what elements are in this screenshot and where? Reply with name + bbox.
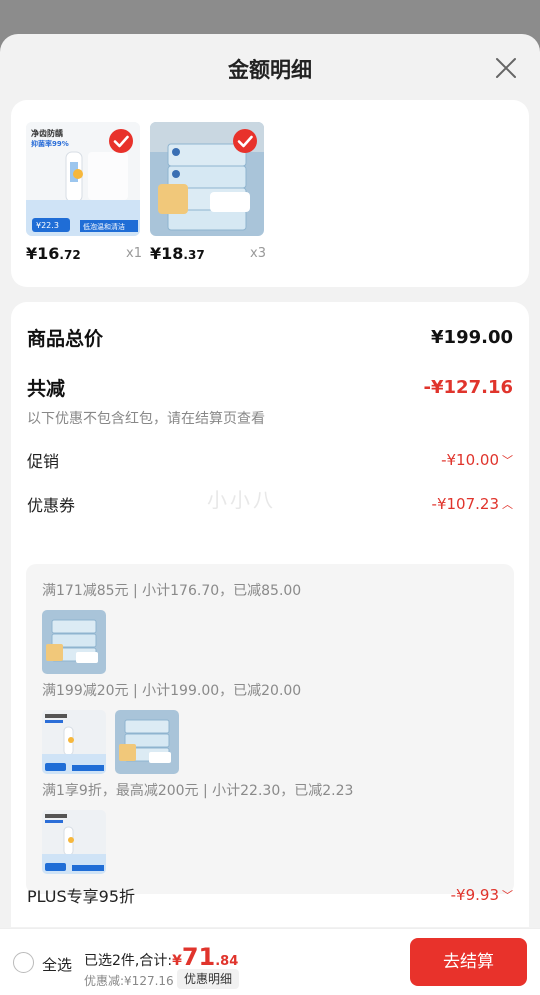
select-all-label[interactable]: 全选 [42, 954, 72, 975]
total-price-label: 商品总价 [27, 328, 104, 350]
checked-icon[interactable] [232, 128, 258, 154]
discount-detail-button[interactable]: 优惠明细 [177, 969, 240, 989]
sheet-header: 金额明细 [0, 34, 540, 100]
plus-discount-row[interactable]: PLUS专享95折 -¥9.93 ﹀ [27, 883, 513, 907]
order-summary: 已选2件,合计: ¥ 71 .84 [84, 943, 238, 971]
chevron-down-icon[interactable]: ﹀ [502, 452, 513, 468]
tissue-thumbnail [115, 710, 179, 774]
price-cents: .37 [183, 248, 205, 262]
plus-discount-label: PLUS专享95折 [27, 887, 135, 906]
coupon-label: 优惠券 [27, 496, 76, 515]
checkout-button[interactable]: 去结算 [410, 938, 527, 986]
promotion-value: -¥10.00 [441, 451, 499, 469]
chevron-down-icon[interactable]: ﹀ [502, 887, 513, 903]
thumb-price: ¥22.3 [36, 221, 59, 230]
coupon-value: -¥107.23 [431, 495, 499, 513]
coupon-rule: 满171减85元 | 小计176.70，已减85.00 [42, 583, 302, 599]
hand-soap-thumbnail [42, 810, 106, 874]
total-reduction-label: 共减 [27, 378, 66, 400]
amount-detail-sheet: 金额明细 净齿防龋 抑菌率99% ¥22.3 低泡温和清洁 ¥16 .72 x1… [0, 34, 540, 995]
product-quantity: x1 [126, 246, 142, 261]
total-price-value: ¥199.00 [431, 327, 513, 348]
discount-note: 以下优惠不包含红包，请在结算页查看 [27, 411, 265, 427]
selected-count-text: 已选2件,合计: [84, 953, 173, 969]
coupon-rule: 满1享9折，最高减200元 | 小计22.30，已减2.23 [42, 783, 354, 799]
price-integer: ¥16 [26, 244, 60, 263]
price-integer: ¥18 [150, 244, 184, 263]
product-item[interactable]: ¥18.37 x3 [150, 122, 266, 263]
total-amount-integer: 71 [181, 943, 216, 971]
plus-discount-value: -¥9.93 [450, 886, 499, 904]
promotion-row[interactable]: 促销 -¥10.00 ﹀ [27, 448, 513, 472]
close-icon[interactable] [494, 56, 518, 80]
total-reduction-row: 共减 -¥127.16 [27, 374, 513, 401]
promotion-label: 促销 [27, 452, 60, 471]
sheet-title: 金额明细 [228, 58, 312, 82]
total-currency: ¥ [172, 953, 182, 969]
price-cents: .72 [59, 248, 81, 262]
product-thumbnail-tissue[interactable] [150, 122, 264, 236]
product-price: ¥18.37 [150, 244, 266, 263]
price-breakdown-card: 商品总价 ¥199.00 共减 -¥127.16 以下优惠不包含红包，请在结算页… [11, 302, 529, 927]
product-item[interactable]: 净齿防龋 抑菌率99% ¥22.3 低泡温和清洁 ¥16.72 x1 [26, 122, 142, 263]
coupon-row[interactable]: 优惠券 -¥107.23 ︿ [27, 492, 513, 516]
select-all-radio[interactable] [13, 952, 34, 973]
thumb-banner: 低泡温和清洁 [83, 222, 125, 231]
coupon-details-panel: 满171减85元 | 小计176.70，已减85.00 满199减20元 | 小… [26, 564, 514, 894]
checkout-bar: 全选 已选2件,合计: ¥ 71 .84 优惠减:¥127.16 优惠明细 去结… [0, 928, 540, 995]
product-thumbnail-hand-soap[interactable]: 净齿防龋 抑菌率99% ¥22.3 低泡温和清洁 [26, 122, 140, 236]
coupon-rule: 满199减20元 | 小计199.00，已减20.00 [42, 683, 302, 699]
product-quantity: x3 [250, 246, 266, 261]
product-price: ¥16.72 [26, 244, 142, 263]
thumb-headline-1: 净齿防龋 [31, 128, 63, 138]
discount-total: 优惠减:¥127.16 [84, 974, 174, 988]
tissue-thumbnail [42, 610, 106, 674]
hand-soap-thumbnail [42, 710, 106, 774]
total-price-row: 商品总价 ¥199.00 [27, 324, 513, 351]
selected-products-card: 净齿防龋 抑菌率99% ¥22.3 低泡温和清洁 ¥16.72 x1 ¥18 .… [11, 100, 529, 287]
checked-icon[interactable] [108, 128, 134, 154]
chevron-up-icon[interactable]: ︿ [502, 496, 513, 512]
thumb-headline-2: 抑菌率99% [31, 139, 69, 148]
total-reduction-value: -¥127.16 [423, 377, 513, 398]
total-amount-cents: .84 [215, 954, 239, 969]
